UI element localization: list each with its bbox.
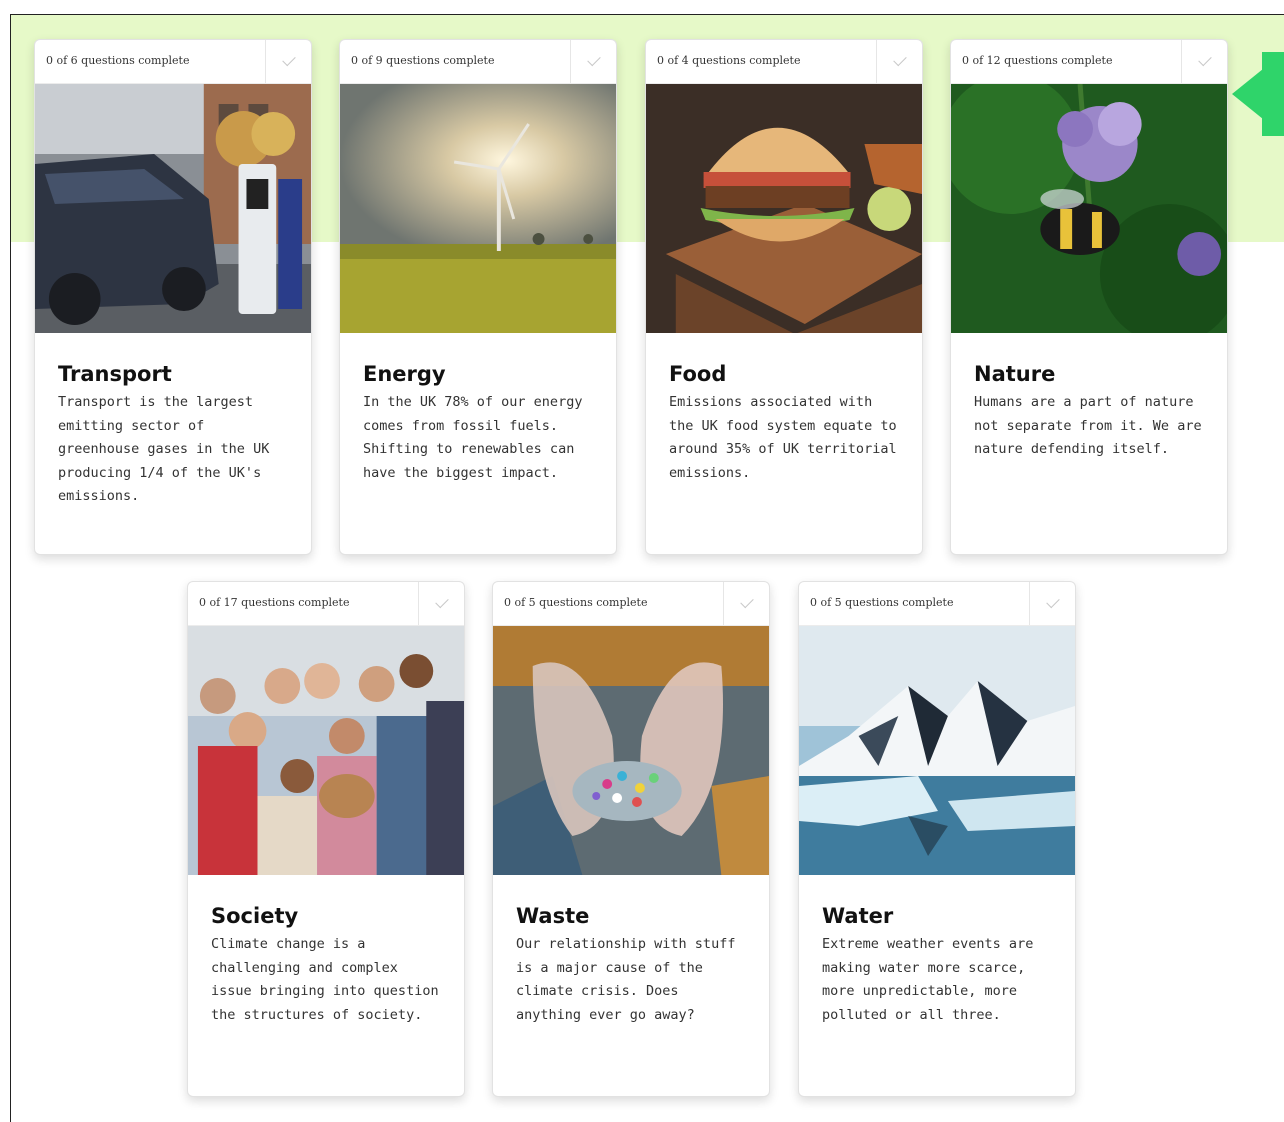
card-header: 0 of 4 questions complete — [646, 40, 922, 84]
progress-label: 0 of 6 questions complete — [46, 54, 190, 67]
carousel-arrow-body[interactable] — [1262, 52, 1284, 136]
bumblebee-photo — [951, 84, 1227, 333]
progress-label: 0 of 17 questions complete — [199, 596, 350, 609]
card-header: 0 of 6 questions complete — [35, 40, 311, 84]
topic-card-energy[interactable]: 0 of 9 questions complete Energy In the … — [339, 39, 617, 555]
complete-checkbox[interactable] — [1181, 40, 1227, 83]
topic-card-water[interactable]: 0 of 5 questions complete Water Extreme … — [798, 581, 1076, 1097]
check-icon — [739, 594, 754, 609]
complete-checkbox[interactable] — [418, 582, 464, 625]
card-header: 0 of 5 questions complete — [493, 582, 769, 626]
card-description: Emissions associated with the UK food sy… — [669, 394, 897, 481]
complete-checkbox[interactable] — [723, 582, 769, 625]
check-icon — [1045, 594, 1060, 609]
card-description: Climate change is a challenging and comp… — [211, 936, 439, 1023]
progress-label: 0 of 12 questions complete — [962, 54, 1113, 67]
card-description: Extreme weather events are making water … — [822, 936, 1034, 1023]
card-title: Energy — [363, 362, 446, 386]
electric-car-charging-photo — [35, 84, 311, 333]
card-title: Food — [669, 362, 727, 386]
card-title: Society — [211, 904, 299, 928]
check-icon — [281, 52, 296, 67]
card-header: 0 of 9 questions complete — [340, 40, 616, 84]
card-title: Waste — [516, 904, 590, 928]
check-icon — [1197, 52, 1212, 67]
wind-turbine-photo — [340, 84, 616, 333]
card-header: 0 of 5 questions complete — [799, 582, 1075, 626]
complete-checkbox[interactable] — [265, 40, 311, 83]
complete-checkbox[interactable] — [876, 40, 922, 83]
card-title: Transport — [58, 362, 172, 386]
progress-label: 0 of 5 questions complete — [810, 596, 954, 609]
card-description: Transport is the largest emitting sector… — [58, 394, 270, 504]
card-title: Water — [822, 904, 894, 928]
progress-label: 0 of 5 questions complete — [504, 596, 648, 609]
card-title: Nature — [974, 362, 1056, 386]
check-icon — [586, 52, 601, 67]
topic-card-food[interactable]: 0 of 4 questions complete Food Emissions… — [645, 39, 923, 555]
card-description: In the UK 78% of our energy comes from f… — [363, 394, 583, 481]
topic-card-nature[interactable]: 0 of 12 questions complete Nature Humans… — [950, 39, 1228, 555]
card-description: Humans are a part of nature not separate… — [974, 394, 1202, 457]
burger-photo — [646, 84, 922, 333]
progress-label: 0 of 9 questions complete — [351, 54, 495, 67]
topic-card-waste[interactable]: 0 of 5 questions complete Waste Our rela… — [492, 581, 770, 1097]
complete-checkbox[interactable] — [1029, 582, 1075, 625]
microplastics-hands-photo — [493, 626, 769, 875]
topic-card-transport[interactable]: 0 of 6 questions complete Transport Tran… — [34, 39, 312, 555]
check-icon — [892, 52, 907, 67]
card-description: Our relationship with stuff is a major c… — [516, 936, 736, 1023]
topic-card-society[interactable]: 0 of 17 questions complete Society Clima… — [187, 581, 465, 1097]
card-header: 0 of 12 questions complete — [951, 40, 1227, 84]
card-header: 0 of 17 questions complete — [188, 582, 464, 626]
progress-label: 0 of 4 questions complete — [657, 54, 801, 67]
people-group-photo — [188, 626, 464, 875]
complete-checkbox[interactable] — [570, 40, 616, 83]
check-icon — [434, 594, 449, 609]
icy-mountains-lake-photo — [799, 626, 1075, 875]
